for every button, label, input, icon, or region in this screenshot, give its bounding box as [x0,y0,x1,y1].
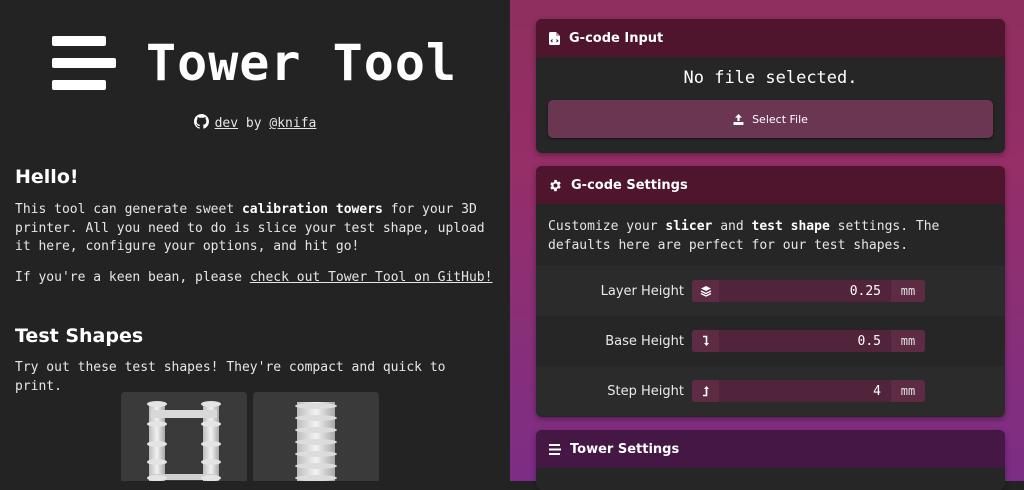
gcode-settings-panel: G-code Settings Customize your slicer an… [536,166,1005,417]
github-repo-link[interactable]: check out Tower Tool on GitHub! [250,270,493,285]
step-height-label: Step Height [607,383,684,399]
app-title: Tower Tool [146,34,458,92]
column-tower-image [295,402,337,481]
github-paragraph: If you're a keen bean, please check out … [15,270,493,285]
test-shapes-heading: Test Shapes [15,325,144,347]
step-height-value[interactable]: 4 [719,384,891,399]
logo-row: Tower Tool [52,34,457,92]
step-height-unit: mm [891,380,925,402]
base-height-label: Base Height [605,333,684,349]
hello-heading: Hello! [15,166,79,188]
upload-icon [733,113,744,125]
branch-link[interactable]: dev [215,116,238,131]
step-height-field[interactable]: 4 mm [692,380,925,402]
left-column: Tower Tool dev by @knifa Hello! This too… [0,0,510,481]
layer-height-field[interactable]: 0.25 mm [692,280,925,302]
gcode-input-panel: G-code Input No file selected. Select Fi… [536,19,1005,153]
tower-settings-header: Tower Settings [536,430,1005,468]
test-shape-card-column[interactable] [253,392,379,481]
tower-settings-panel: Tower Settings [536,430,1005,490]
test-shapes-description: Try out these test shapes! They're compa… [15,360,446,394]
select-file-button[interactable]: Select File [548,100,993,138]
base-height-row: Base Height 0.5 mm [536,316,1005,366]
intro-paragraph: This tool can generate sweet calibration… [15,202,485,254]
test-shape-cards [121,392,379,481]
github-icon [193,114,209,133]
test-shape-card-frame[interactable] [121,392,247,481]
layer-height-label: Layer Height [600,283,684,299]
step-height-row: Step Height 4 mm [536,366,1005,416]
layer-height-value[interactable]: 0.25 [719,284,891,299]
arrow-down-turn-icon [692,330,719,352]
byline: dev by @knifa [0,114,510,133]
select-file-label: Select File [752,112,808,126]
bars-icon [549,443,561,455]
gcode-input-title: G-code Input [569,30,664,46]
layers-icon [692,280,719,302]
file-code-icon [549,31,560,45]
base-height-unit: mm [891,330,925,352]
by-text: by [245,116,262,131]
tower-settings-title: Tower Settings [570,441,680,457]
file-status-text: No file selected. [683,68,858,88]
gear-icon [549,179,562,192]
gcode-settings-header: G-code Settings [536,166,1005,204]
gcode-settings-description: Customize your slicer and test shape set… [548,219,940,253]
author-link[interactable]: @knifa [269,116,316,131]
base-height-field[interactable]: 0.5 mm [692,330,925,352]
tower-logo-icon [52,34,116,92]
frame-tower-image [147,401,221,481]
layer-height-row: Layer Height 0.25 mm [536,266,1005,316]
base-height-value[interactable]: 0.5 [719,334,891,349]
gcode-settings-title: G-code Settings [571,177,688,193]
gcode-input-header: G-code Input [536,19,1005,57]
layer-height-unit: mm [891,280,925,302]
arrow-up-turn-icon [692,380,719,402]
